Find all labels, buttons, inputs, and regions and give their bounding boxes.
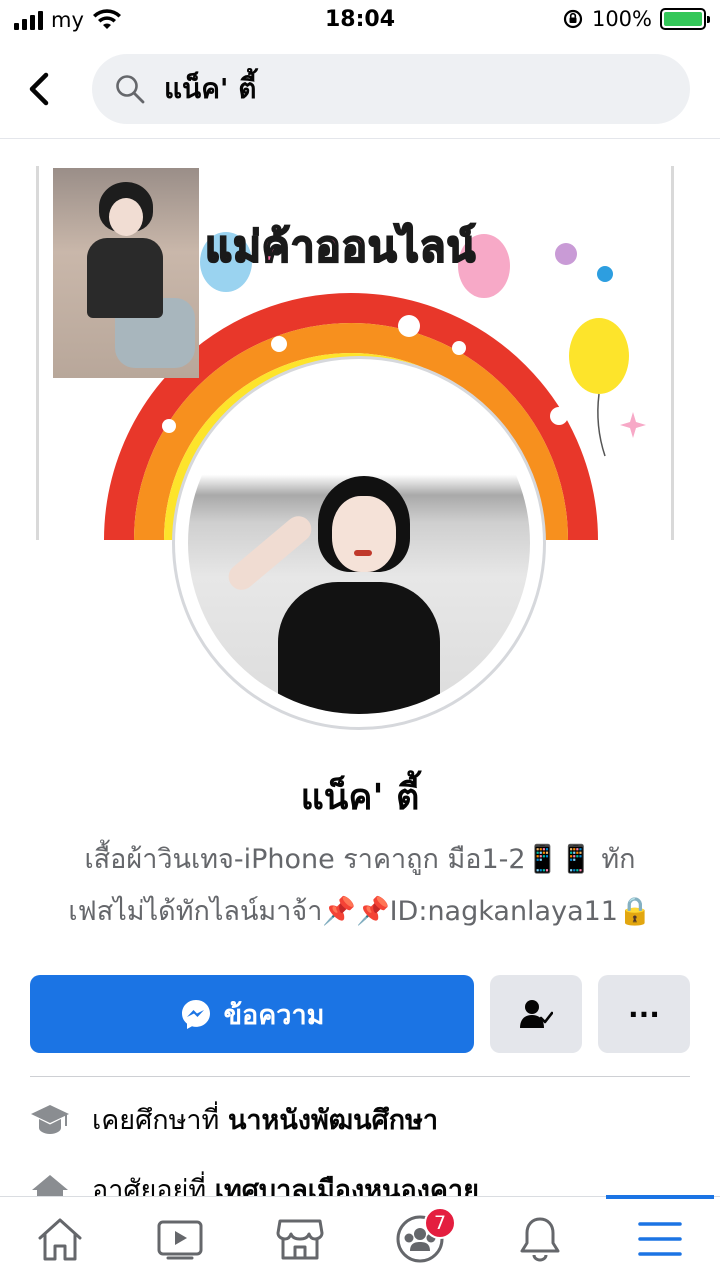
profile-picture[interactable] [172, 356, 546, 730]
detail-education: เคยศึกษาที่ นาหนังพัฒนศึกษา [30, 1098, 438, 1141]
status-right: 100% [562, 7, 710, 31]
nav-home[interactable] [0, 1197, 120, 1280]
avatar [188, 372, 530, 714]
back-button[interactable] [16, 64, 60, 114]
bio-line: เสื้อผ้าวินเทจ-iPhone ราคาถูก มือ1-2📱📱 ท… [84, 844, 636, 875]
cover-inset-photo [53, 168, 199, 378]
nav-notifications[interactable] [480, 1197, 600, 1280]
nav-menu[interactable] [600, 1197, 720, 1280]
chevron-left-icon [29, 72, 49, 106]
top-bar: แน็ค' ตี้ [0, 52, 720, 128]
divider [0, 138, 720, 139]
search-input[interactable]: แน็ค' ตี้ [92, 54, 690, 124]
bio-line: เฟสไม่ได้ทักไลน์มาจ้า📌📌ID:nagkanlaya11🔒 [68, 896, 652, 927]
video-icon [157, 1220, 203, 1260]
friends-button[interactable] [490, 975, 582, 1053]
cover-banner-text: แม่ค้าออนไลน์ [204, 221, 477, 272]
battery-icon [660, 8, 710, 30]
profile-bio: เสื้อผ้าวินเทจ-iPhone ราคาถูก มือ1-2📱📱 ท… [20, 834, 700, 938]
detail-prefix: เคยศึกษาที่ [92, 1105, 228, 1136]
detail-value[interactable]: นาหนังพัฒนศึกษา [228, 1105, 438, 1136]
message-button[interactable]: ข้อความ [30, 975, 474, 1053]
status-bar: my 18:04 100% [0, 0, 720, 40]
bottom-nav: 7 [0, 1195, 720, 1280]
home-outline-icon [38, 1218, 82, 1261]
marketplace-icon [276, 1219, 324, 1260]
search-icon [116, 75, 145, 104]
messenger-icon [181, 1000, 210, 1029]
bell-icon [520, 1217, 560, 1262]
notification-badge: 7 [424, 1207, 456, 1239]
nav-watch[interactable] [120, 1197, 240, 1280]
more-button[interactable]: ··· [598, 975, 690, 1053]
graduation-cap-icon [31, 1104, 69, 1134]
divider [30, 1076, 690, 1077]
message-button-label: ข้อความ [223, 999, 325, 1031]
hamburger-menu-icon [638, 1222, 682, 1256]
nav-marketplace[interactable] [240, 1197, 360, 1280]
orientation-lock-icon [563, 9, 583, 29]
battery-percent: 100% [591, 7, 652, 31]
friend-check-icon [520, 1000, 553, 1028]
profile-actions: ข้อความ ··· [30, 975, 690, 1053]
nav-groups[interactable]: 7 [360, 1197, 480, 1280]
profile-name: แน็ค' ตี้ [300, 777, 420, 818]
search-query: แน็ค' ตี้ [164, 72, 257, 105]
